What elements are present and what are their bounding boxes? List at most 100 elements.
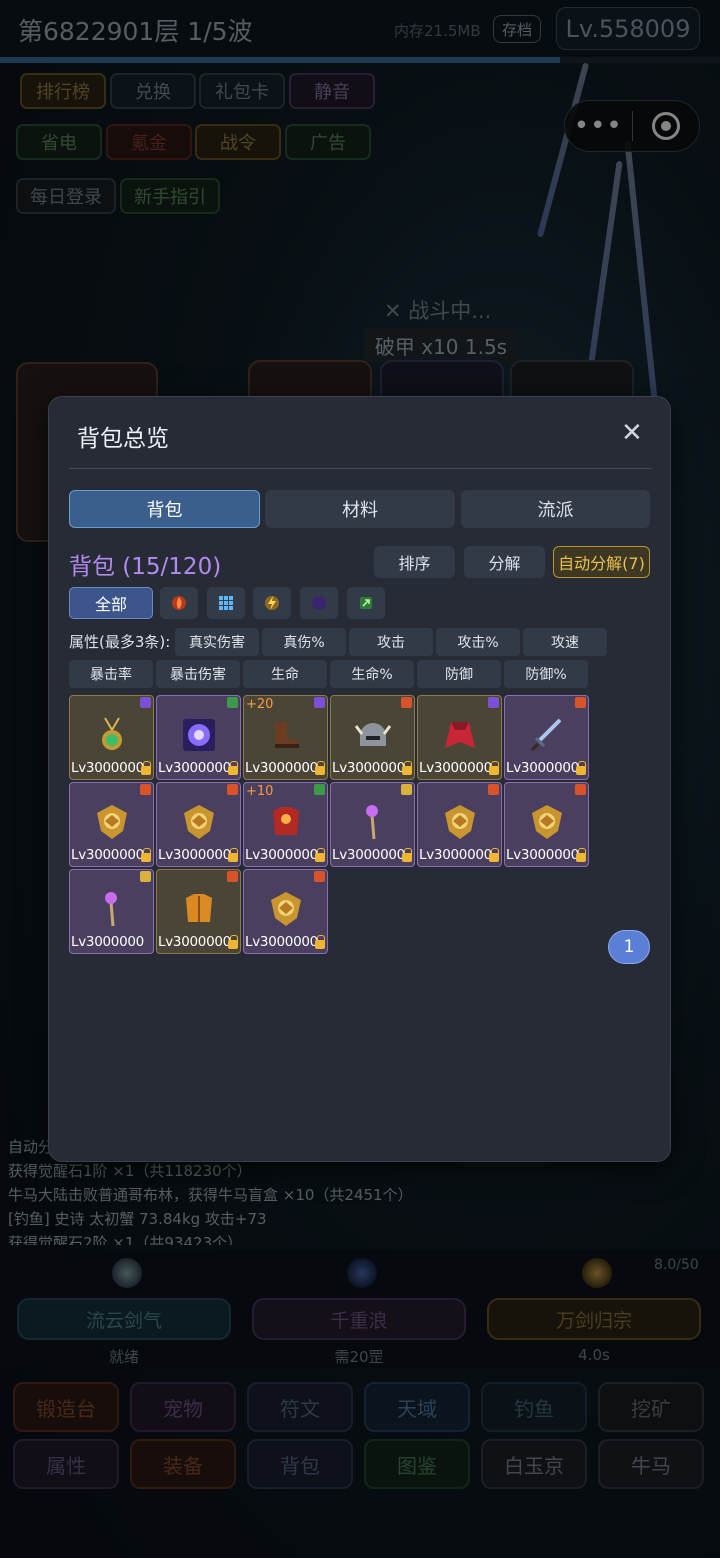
item-level: Lv3000000 xyxy=(245,847,318,863)
fire-element-icon xyxy=(227,784,238,795)
item-level: Lv3000000 xyxy=(245,760,318,776)
lock-icon[interactable] xyxy=(576,761,586,775)
auto-decompose-button[interactable]: 自动分解(7) xyxy=(553,546,650,578)
lock-icon[interactable] xyxy=(489,848,499,862)
attr-chip[interactable]: 暴击率 xyxy=(69,660,153,688)
item-slot[interactable]: Lv3000000 xyxy=(69,782,154,867)
item-level: Lv3000000 xyxy=(245,934,318,950)
lock-icon[interactable] xyxy=(489,761,499,775)
tab-school[interactable]: 流派 xyxy=(461,490,650,528)
lock-icon[interactable] xyxy=(315,761,325,775)
item-level: Lv3000000 xyxy=(506,760,579,776)
item-slot[interactable]: Lv3000000 xyxy=(69,869,154,954)
item-level: Lv3000000 xyxy=(332,760,405,776)
lock-icon[interactable] xyxy=(141,848,151,862)
lock-icon[interactable] xyxy=(228,848,238,862)
dark-element-icon xyxy=(314,697,325,708)
item-slot[interactable]: Lv3000000 xyxy=(156,695,241,780)
item-slot[interactable]: Lv3000000 xyxy=(330,695,415,780)
close-icon[interactable]: ✕ xyxy=(621,419,643,447)
dark-element-icon xyxy=(140,697,151,708)
nature-element-icon[interactable] xyxy=(347,587,385,619)
attr-chip[interactable]: 生命% xyxy=(330,660,414,688)
attr-chip[interactable]: 暴击伤害 xyxy=(156,660,240,688)
fire-element-icon xyxy=(575,697,586,708)
item-slot[interactable]: Lv3000000 xyxy=(330,782,415,867)
lightning-element-icon[interactable] xyxy=(253,587,291,619)
shield-icon xyxy=(178,801,220,843)
boots-icon xyxy=(265,714,307,756)
attr-chip[interactable]: 攻击 xyxy=(349,628,433,656)
attr-chip[interactable]: 防御 xyxy=(417,660,501,688)
item-level: Lv3000000 xyxy=(158,760,231,776)
item-slot[interactable]: Lv3000000 xyxy=(504,782,589,867)
item-slot[interactable]: Lv3000000 xyxy=(504,695,589,780)
staff-icon xyxy=(91,888,133,930)
tab-materials[interactable]: 材料 xyxy=(265,490,455,528)
lock-icon[interactable] xyxy=(402,761,412,775)
lock-icon[interactable] xyxy=(228,935,238,949)
enhance-level: +20 xyxy=(246,697,274,712)
lightning-element-icon xyxy=(401,784,412,795)
fire-element-icon xyxy=(488,784,499,795)
sword-icon xyxy=(526,714,568,756)
decompose-button[interactable]: 分解 xyxy=(464,546,545,578)
item-slot[interactable]: Lv3000000 xyxy=(69,695,154,780)
modal-title: 背包总览 xyxy=(77,426,169,452)
item-level: Lv3000000 xyxy=(71,760,144,776)
filter-all-button[interactable]: 全部 xyxy=(69,587,153,619)
sort-button[interactable]: 排序 xyxy=(374,546,455,578)
item-level: Lv3000000 xyxy=(71,847,144,863)
attribute-filter-label: 属性(最多3条): xyxy=(69,633,171,651)
armor-icon xyxy=(265,801,307,843)
item-slot[interactable]: +20 Lv3000000 xyxy=(243,695,328,780)
game-screen: 第6822901层 1/5波 内存21.5MB 存档 Lv.558009 排行榜… xyxy=(0,0,720,1558)
item-slot[interactable]: Lv3000000 xyxy=(156,869,241,954)
page-indicator[interactable]: 1 xyxy=(608,930,650,964)
dark-element-icon[interactable] xyxy=(300,587,338,619)
lock-icon[interactable] xyxy=(315,935,325,949)
lock-icon[interactable] xyxy=(576,848,586,862)
item-slot[interactable]: Lv3000000 xyxy=(417,782,502,867)
fire-element-icon[interactable] xyxy=(160,587,198,619)
fire-element-icon xyxy=(227,871,238,882)
lock-icon[interactable] xyxy=(228,761,238,775)
lock-icon[interactable] xyxy=(315,848,325,862)
fire-element-icon xyxy=(140,784,151,795)
nature-element-icon xyxy=(227,697,238,708)
attr-chip[interactable]: 生命 xyxy=(243,660,327,688)
shield-icon xyxy=(526,801,568,843)
backpack-overview-modal: 背包总览 ✕ 背包 材料 流派 背包 (15/120) 排序 分解 自动分解(7… xyxy=(48,396,671,1162)
attr-chip[interactable]: 防御% xyxy=(504,660,588,688)
lock-icon[interactable] xyxy=(402,848,412,862)
item-level: Lv3000000 xyxy=(419,847,492,863)
item-slot[interactable]: Lv3000000 xyxy=(156,782,241,867)
attr-chip[interactable]: 真伤% xyxy=(262,628,346,656)
fire-element-icon xyxy=(575,784,586,795)
item-grid: Lv3000000 Lv3000000 +20 Lv3000000 Lv3000000 L… xyxy=(69,695,594,957)
enhance-level: +10 xyxy=(246,784,274,799)
attr-chip[interactable]: 攻速 xyxy=(523,628,607,656)
item-level: Lv3000000 xyxy=(158,934,231,950)
chestplate-icon xyxy=(178,888,220,930)
dark-element-icon xyxy=(488,697,499,708)
amulet-icon xyxy=(91,714,133,756)
item-slot[interactable]: +10 Lv3000000 xyxy=(243,782,328,867)
backpack-capacity: 背包 (15/120) xyxy=(69,554,222,580)
ice-element-icon[interactable] xyxy=(207,587,245,619)
attr-chip[interactable]: 真实伤害 xyxy=(175,628,259,656)
item-slot[interactable]: Lv3000000 xyxy=(243,869,328,954)
spellbook-icon xyxy=(178,714,220,756)
lightning-element-icon xyxy=(140,871,151,882)
item-level: Lv3000000 xyxy=(506,847,579,863)
lock-icon[interactable] xyxy=(141,761,151,775)
staff-icon xyxy=(352,801,394,843)
attr-chip[interactable]: 攻击% xyxy=(436,628,520,656)
shield-icon xyxy=(265,888,307,930)
tab-backpack[interactable]: 背包 xyxy=(69,490,260,528)
item-level: Lv3000000 xyxy=(332,847,405,863)
helmet-icon xyxy=(352,714,394,756)
item-level: Lv3000000 xyxy=(158,847,231,863)
cape-icon xyxy=(439,714,481,756)
item-slot[interactable]: Lv3000000 xyxy=(417,695,502,780)
